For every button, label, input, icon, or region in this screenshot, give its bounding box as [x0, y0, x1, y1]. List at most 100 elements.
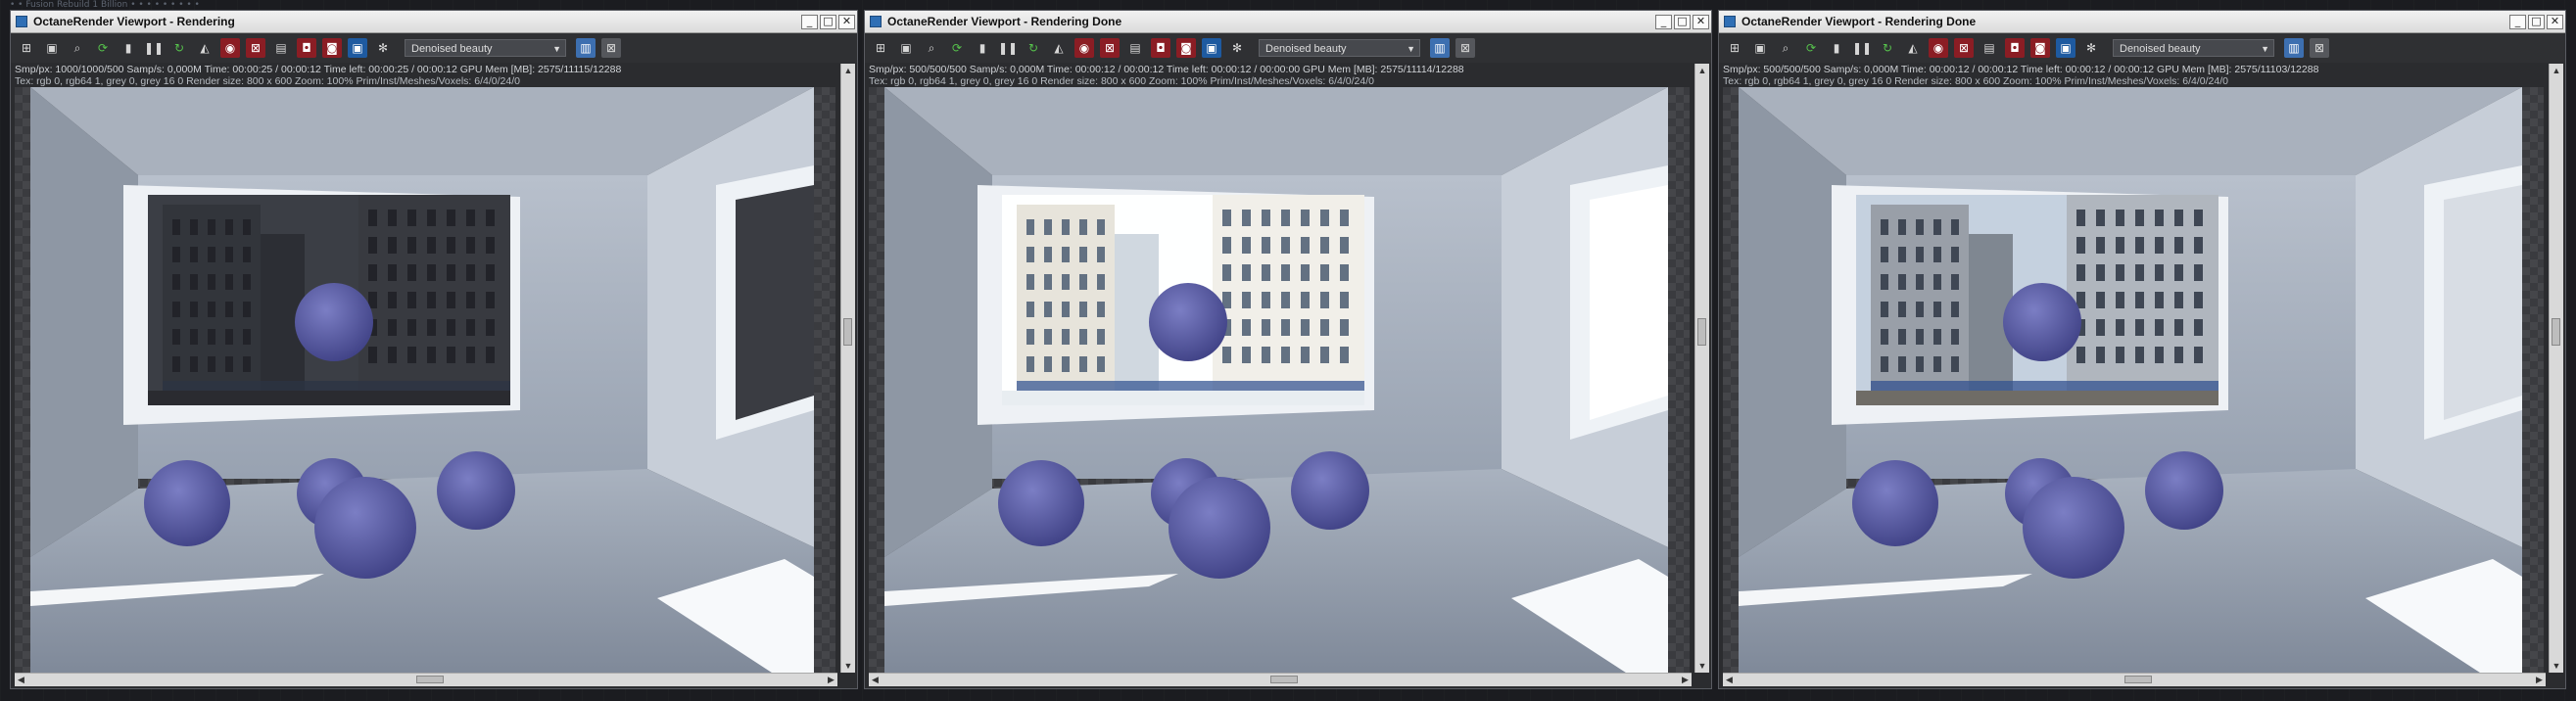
clay-icon[interactable]: ◭	[1049, 38, 1069, 58]
vertical-scrollbar[interactable]: ▲ ▼	[840, 64, 855, 673]
color-icon[interactable]: ◉	[220, 38, 240, 58]
scroll-thumb[interactable]	[2552, 318, 2560, 346]
refresh-icon[interactable]: ⟳	[1801, 38, 1821, 58]
close-icon[interactable]: ⊠	[601, 38, 621, 58]
film-icon[interactable]: ▣	[348, 38, 367, 58]
focus-icon[interactable]: ▤	[1980, 38, 1999, 58]
close-icon[interactable]: ⊠	[1455, 38, 1475, 58]
lock-icon[interactable]: ▮	[1827, 38, 1846, 58]
zoom-icon[interactable]: ⌕	[1776, 38, 1795, 58]
material-icon[interactable]: ◘	[297, 38, 316, 58]
horizontal-scrollbar[interactable]: ◀ ▶	[15, 673, 837, 686]
region-icon[interactable]: ⊠	[1100, 38, 1120, 58]
scroll-left-icon[interactable]: ◀	[869, 674, 882, 686]
pause-icon[interactable]: ❚❚	[1852, 38, 1872, 58]
region-icon[interactable]: ⊠	[246, 38, 265, 58]
scroll-right-icon[interactable]: ▶	[1679, 674, 1692, 686]
settings-icon[interactable]: ◙	[322, 38, 342, 58]
scroll-up-icon[interactable]: ▲	[1695, 64, 1709, 77]
view-icon[interactable]: ▥	[1430, 38, 1450, 58]
title-bar[interactable]: OctaneRender Viewport - Rendering _ □ ✕	[11, 11, 857, 33]
octane-viewport-window[interactable]: OctaneRender Viewport - Rendering _ □ ✕ …	[10, 10, 858, 689]
horizontal-scrollbar[interactable]: ◀ ▶	[1723, 673, 2546, 686]
pause-icon[interactable]: ❚❚	[998, 38, 1018, 58]
region-icon[interactable]: ⊠	[1954, 38, 1974, 58]
scroll-thumb[interactable]	[416, 676, 444, 683]
save-icon[interactable]: ▣	[42, 38, 62, 58]
view-icon[interactable]: ▥	[2284, 38, 2304, 58]
render-mode-dropdown[interactable]: Denoised beauty ▼	[2113, 39, 2274, 57]
scroll-right-icon[interactable]: ▶	[825, 674, 837, 686]
vertical-scrollbar[interactable]: ▲ ▼	[1694, 64, 1709, 673]
lock-icon[interactable]: ▮	[973, 38, 992, 58]
scroll-up-icon[interactable]: ▲	[841, 64, 855, 77]
gear-icon[interactable]: ✻	[1227, 38, 1247, 58]
scroll-left-icon[interactable]: ◀	[1723, 674, 1736, 686]
title-bar[interactable]: OctaneRender Viewport - Rendering Done _…	[1719, 11, 2565, 33]
restart-icon[interactable]: ↻	[1024, 38, 1043, 58]
film-icon[interactable]: ▣	[2056, 38, 2075, 58]
scroll-down-icon[interactable]: ▼	[841, 659, 855, 673]
horizontal-scrollbar[interactable]: ◀ ▶	[869, 673, 1692, 686]
pause-icon[interactable]: ❚❚	[144, 38, 164, 58]
focus-icon[interactable]: ▤	[1125, 38, 1145, 58]
render-stats-line2: Tex: rgb 0, rgb64 1, grey 0, grey 16 0 R…	[869, 75, 1374, 87]
material-icon[interactable]: ◘	[2005, 38, 2025, 58]
minimize-button[interactable]: _	[1655, 14, 1672, 29]
scroll-left-icon[interactable]: ◀	[15, 674, 27, 686]
render-canvas[interactable]	[1723, 87, 2544, 675]
render-mode-dropdown[interactable]: Denoised beauty ▼	[405, 39, 566, 57]
view-icon[interactable]: ▥	[576, 38, 596, 58]
render-mode-value: Denoised beauty	[1265, 43, 1347, 55]
open-icon[interactable]: ⊞	[871, 38, 890, 58]
open-icon[interactable]: ⊞	[17, 38, 36, 58]
viewport-toolbar: ⊞ ▣ ⌕ ⟳ ▮ ❚❚ ↻ ◭ ◉ ⊠ ▤ ◘ ◙ ▣ ✻ Denoised beauty ▼ ▥ ⊠	[1719, 33, 2565, 63]
refresh-icon[interactable]: ⟳	[93, 38, 113, 58]
settings-icon[interactable]: ◙	[1176, 38, 1196, 58]
refresh-icon[interactable]: ⟳	[947, 38, 967, 58]
octane-viewport-window[interactable]: OctaneRender Viewport - Rendering Done _…	[1718, 10, 2566, 689]
focus-icon[interactable]: ▤	[271, 38, 291, 58]
viewport-toolbar: ⊞ ▣ ⌕ ⟳ ▮ ❚❚ ↻ ◭ ◉ ⊠ ▤ ◘ ◙ ▣ ✻ Denoised beauty ▼ ▥ ⊠	[865, 33, 1711, 63]
settings-icon[interactable]: ◙	[2030, 38, 2050, 58]
render-canvas[interactable]	[15, 87, 835, 675]
close-button[interactable]: ✕	[838, 14, 855, 29]
scroll-thumb[interactable]	[843, 318, 852, 346]
close-icon[interactable]: ⊠	[2310, 38, 2329, 58]
render-canvas[interactable]	[869, 87, 1690, 675]
close-button[interactable]: ✕	[2547, 14, 2563, 29]
color-icon[interactable]: ◉	[1929, 38, 1948, 58]
title-bar[interactable]: OctaneRender Viewport - Rendering Done _…	[865, 11, 1711, 33]
zoom-icon[interactable]: ⌕	[922, 38, 941, 58]
scroll-up-icon[interactable]: ▲	[2550, 64, 2563, 77]
clay-icon[interactable]: ◭	[1903, 38, 1923, 58]
save-icon[interactable]: ▣	[1750, 38, 1770, 58]
lock-icon[interactable]: ▮	[119, 38, 138, 58]
scroll-thumb[interactable]	[2124, 676, 2152, 683]
gear-icon[interactable]: ✻	[373, 38, 393, 58]
maximize-button[interactable]: □	[820, 14, 836, 29]
close-button[interactable]: ✕	[1693, 14, 1709, 29]
scroll-thumb[interactable]	[1270, 676, 1298, 683]
gear-icon[interactable]: ✻	[2081, 38, 2101, 58]
octane-viewport-window[interactable]: OctaneRender Viewport - Rendering Done _…	[864, 10, 1712, 689]
scroll-down-icon[interactable]: ▼	[1695, 659, 1709, 673]
minimize-button[interactable]: _	[801, 14, 818, 29]
render-mode-dropdown[interactable]: Denoised beauty ▼	[1259, 39, 1420, 57]
scroll-down-icon[interactable]: ▼	[2550, 659, 2563, 673]
maximize-button[interactable]: □	[2528, 14, 2545, 29]
restart-icon[interactable]: ↻	[169, 38, 189, 58]
scroll-thumb[interactable]	[1697, 318, 1706, 346]
zoom-icon[interactable]: ⌕	[68, 38, 87, 58]
film-icon[interactable]: ▣	[1202, 38, 1221, 58]
open-icon[interactable]: ⊞	[1725, 38, 1744, 58]
color-icon[interactable]: ◉	[1074, 38, 1094, 58]
material-icon[interactable]: ◘	[1151, 38, 1170, 58]
vertical-scrollbar[interactable]: ▲ ▼	[2549, 64, 2563, 673]
minimize-button[interactable]: _	[2509, 14, 2526, 29]
restart-icon[interactable]: ↻	[1878, 38, 1897, 58]
clay-icon[interactable]: ◭	[195, 38, 215, 58]
maximize-button[interactable]: □	[1674, 14, 1691, 29]
save-icon[interactable]: ▣	[896, 38, 916, 58]
scroll-right-icon[interactable]: ▶	[2533, 674, 2546, 686]
